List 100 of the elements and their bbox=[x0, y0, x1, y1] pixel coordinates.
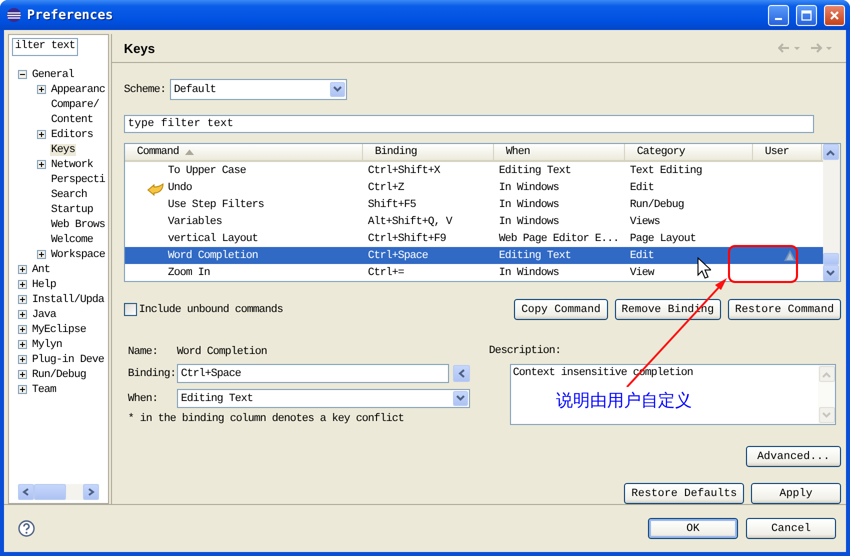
cancel-button[interactable]: Cancel bbox=[746, 518, 836, 539]
filter-field[interactable]: type filter text bbox=[124, 115, 814, 133]
scroll-down-icon bbox=[822, 412, 832, 418]
name-label: Name: bbox=[126, 346, 159, 358]
table-cell: Editing Text bbox=[498, 164, 571, 176]
table-cell: Run/Debug bbox=[630, 198, 684, 210]
table-cell: Ctrl+= bbox=[368, 266, 404, 278]
table-cell: Ctrl+Shift+X bbox=[368, 164, 440, 176]
command-button[interactable]: Restore Command bbox=[728, 299, 841, 320]
table-cell: Editing Text bbox=[498, 250, 571, 262]
table-cell: Zoom In bbox=[168, 266, 210, 278]
tree-item[interactable]: Java bbox=[31, 308, 58, 320]
table-row[interactable]: Word Completion Ctrl+Space Editing Text Edit bbox=[124, 247, 823, 264]
tree-item[interactable]: Search bbox=[50, 188, 88, 200]
table-cell: Ctrl+Z bbox=[368, 182, 404, 194]
cursor-icon bbox=[697, 257, 711, 279]
command-button[interactable]: Copy Command bbox=[514, 299, 608, 320]
tree-item[interactable]: Startup bbox=[50, 204, 94, 216]
table-row[interactable]: Use Step Filters Shift+F5 In Windows Run/Debug bbox=[124, 196, 823, 213]
column-header[interactable]: Command bbox=[124, 144, 363, 160]
tree-item[interactable]: Web Brows bbox=[50, 218, 106, 230]
table-cell: Variables bbox=[168, 216, 222, 228]
close-button[interactable] bbox=[824, 4, 845, 26]
tree-item[interactable]: Appearanc bbox=[50, 84, 106, 96]
help-icon[interactable] bbox=[18, 520, 35, 537]
column-header[interactable]: User bbox=[752, 144, 822, 160]
table-cell: In Windows bbox=[498, 216, 559, 228]
expand-toggle[interactable] bbox=[18, 385, 27, 394]
apply-button[interactable]: Apply bbox=[751, 483, 841, 504]
tree-item[interactable]: Ant bbox=[31, 264, 52, 276]
conflict-note: * in the binding column denotes a key conflict bbox=[126, 413, 405, 425]
tree-item[interactable]: Network bbox=[50, 158, 94, 170]
table-cell: In Windows bbox=[498, 198, 559, 210]
table-cell: Text Editing bbox=[630, 164, 702, 176]
table-cell: Use Step Filters bbox=[168, 198, 264, 210]
tree-item[interactable]: Team bbox=[31, 384, 58, 396]
binding-menu-button[interactable] bbox=[452, 365, 470, 382]
checkbox-label: Include unbound commands bbox=[138, 304, 283, 316]
expand-toggle[interactable] bbox=[18, 280, 27, 289]
expand-toggle[interactable] bbox=[37, 250, 46, 259]
table-row[interactable]: Undo Ctrl+Z In Windows Edit bbox=[124, 179, 823, 196]
tree-item[interactable]: MyEclipse bbox=[31, 324, 88, 336]
tree-item[interactable]: Plug-in Deve bbox=[31, 354, 106, 366]
table-cell: vertical Layout bbox=[168, 232, 258, 244]
scroll-thumb[interactable] bbox=[822, 253, 839, 265]
vertical-scrollbar[interactable] bbox=[822, 144, 840, 281]
tree-item[interactable]: Content bbox=[50, 114, 94, 126]
expand-toggle[interactable] bbox=[18, 325, 27, 334]
binding-field[interactable]: Ctrl+Space bbox=[176, 364, 449, 383]
tree-item[interactable]: Keys bbox=[50, 144, 76, 156]
table-cell: Undo bbox=[168, 182, 192, 194]
tree-item[interactable]: Run/Debug bbox=[31, 368, 88, 380]
ok-button[interactable]: OK bbox=[648, 518, 738, 539]
expand-toggle[interactable] bbox=[18, 370, 27, 379]
filter-field[interactable]: ilter text bbox=[12, 38, 78, 56]
tree-item[interactable]: Compare/ bbox=[50, 98, 100, 110]
column-header[interactable]: Binding bbox=[362, 144, 494, 160]
table-row[interactable]: To Upper Case Ctrl+Shift+X Editing Text Text Editing bbox=[124, 162, 823, 179]
table-cell: View bbox=[630, 266, 654, 278]
when-label: When: bbox=[126, 392, 159, 404]
collapse-toggle[interactable] bbox=[18, 70, 27, 79]
description-label: Description: bbox=[488, 345, 562, 359]
tree-item[interactable]: Workspace bbox=[50, 248, 106, 260]
tree-item[interactable]: Mylyn bbox=[31, 338, 64, 350]
tree-item[interactable]: Editors bbox=[50, 128, 94, 140]
expand-toggle[interactable] bbox=[18, 295, 27, 304]
table-row[interactable]: Variables Alt+Shift+Q, V In Windows Views bbox=[124, 213, 823, 230]
maximize-button[interactable] bbox=[796, 4, 817, 26]
table-row[interactable]: Zoom In Ctrl+= In Windows View bbox=[124, 264, 823, 281]
tree-item[interactable]: Welcome bbox=[50, 234, 94, 246]
table-cell: Shift+F5 bbox=[368, 198, 416, 210]
column-header[interactable]: Category bbox=[624, 144, 753, 160]
maximize-icon bbox=[801, 10, 812, 20]
restore-defaults-button[interactable]: Restore Defaults bbox=[624, 483, 744, 504]
checkbox[interactable] bbox=[124, 303, 137, 316]
expand-toggle[interactable] bbox=[18, 340, 27, 349]
table-cell: Ctrl+Shift+F9 bbox=[368, 232, 446, 244]
advanced-button[interactable]: Advanced... bbox=[746, 446, 841, 467]
table-cell: Alt+Shift+Q, V bbox=[368, 216, 452, 228]
column-header[interactable]: When bbox=[494, 144, 625, 160]
binding-label: Binding: bbox=[126, 368, 177, 380]
expand-toggle[interactable] bbox=[37, 85, 46, 94]
expand-toggle[interactable] bbox=[18, 265, 27, 274]
scroll-thumb[interactable] bbox=[34, 484, 66, 500]
table-row[interactable]: vertical Layout Ctrl+Shift+F9 Web Page Editor E... Page Layout bbox=[124, 230, 823, 247]
expand-toggle[interactable] bbox=[18, 310, 27, 319]
expand-toggle[interactable] bbox=[18, 355, 27, 364]
minimize-button[interactable] bbox=[768, 4, 789, 26]
when-dropdown[interactable]: Editing Text bbox=[176, 389, 470, 408]
table-cell: Word Completion bbox=[168, 250, 258, 262]
tree-item[interactable]: Install/Upda bbox=[31, 294, 106, 306]
expand-toggle[interactable] bbox=[37, 130, 46, 139]
tree-item[interactable]: Perspecti bbox=[50, 174, 106, 186]
tree-item[interactable]: General bbox=[31, 68, 76, 80]
expand-toggle[interactable] bbox=[37, 160, 46, 169]
horizontal-scrollbar[interactable] bbox=[18, 484, 99, 500]
window-title: Preferences bbox=[27, 8, 114, 22]
scroll-left-icon bbox=[22, 488, 30, 496]
tree-item[interactable]: Help bbox=[31, 278, 58, 290]
scheme-dropdown[interactable]: Default bbox=[170, 79, 347, 100]
